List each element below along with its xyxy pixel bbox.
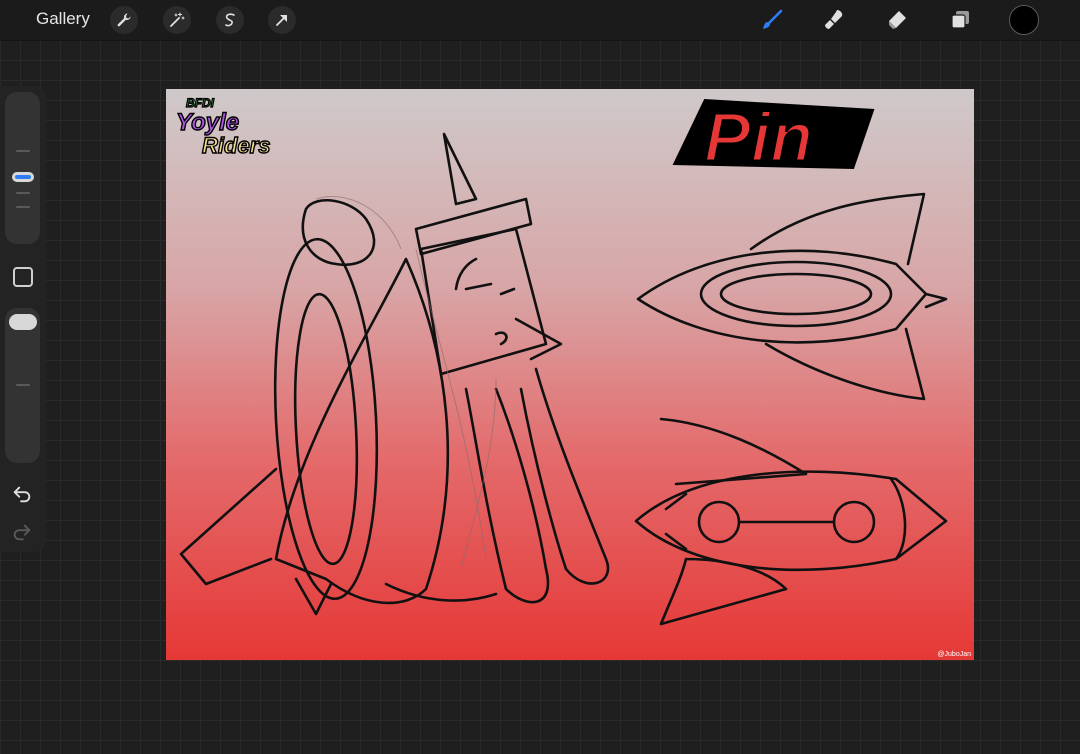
eraser-tool[interactable]	[881, 4, 913, 36]
opacity-slider[interactable]	[5, 308, 40, 463]
drawing-canvas[interactable]: Pin BFDI Yoyle Riders @JuboJan	[166, 89, 974, 660]
slider-tick	[16, 192, 30, 194]
brush-size-thumb[interactable]	[12, 172, 34, 182]
brush-tool[interactable]	[756, 4, 788, 36]
magic-wand-icon	[170, 12, 185, 27]
undo-button[interactable]	[10, 482, 34, 506]
top-toolbar: Gallery	[0, 0, 1080, 41]
undo-icon	[13, 486, 31, 503]
transform-arrow-icon	[276, 15, 287, 26]
selection-icon	[225, 13, 235, 27]
slider-tick	[16, 150, 30, 152]
canvas-title: Pin	[704, 98, 813, 176]
redo-icon	[13, 524, 31, 541]
smudge-tool[interactable]	[818, 4, 850, 36]
logo-bfdi: BFDI	[186, 96, 215, 110]
color-picker-button[interactable]	[1009, 5, 1039, 35]
ship-bottom-view	[634, 417, 948, 626]
logo-riders: Riders	[202, 133, 270, 157]
title-pin-graphic: Pin	[672, 97, 875, 178]
ship-top-view	[636, 192, 948, 401]
eraser-icon	[889, 11, 906, 29]
layers-tool[interactable]	[944, 4, 976, 36]
brush-size-slider[interactable]	[5, 92, 40, 244]
slider-tick	[16, 206, 30, 208]
bfdi-yoyle-riders-logo: BFDI Yoyle Riders	[175, 95, 271, 157]
transform-button[interactable]	[268, 6, 296, 34]
selection-button[interactable]	[216, 6, 244, 34]
redo-button[interactable]	[10, 520, 34, 544]
slider-tick	[16, 384, 30, 386]
sketch-artwork: Pin	[179, 97, 948, 626]
adjustments-button[interactable]	[163, 6, 191, 34]
smudge-icon	[825, 10, 843, 29]
brush-icon	[763, 9, 783, 29]
character-sketch	[179, 132, 610, 616]
logo-yoyle: Yoyle	[176, 109, 239, 136]
left-sidebar	[0, 86, 46, 552]
wrench-icon	[117, 13, 131, 27]
gallery-button[interactable]: Gallery	[36, 9, 90, 29]
artist-credit: @JuboJan	[937, 651, 971, 658]
underdrawing-lines	[315, 195, 497, 570]
modify-button[interactable]	[13, 267, 33, 287]
opacity-thumb[interactable]	[9, 314, 37, 330]
layers-icon	[951, 11, 969, 29]
actions-button[interactable]	[110, 6, 138, 34]
